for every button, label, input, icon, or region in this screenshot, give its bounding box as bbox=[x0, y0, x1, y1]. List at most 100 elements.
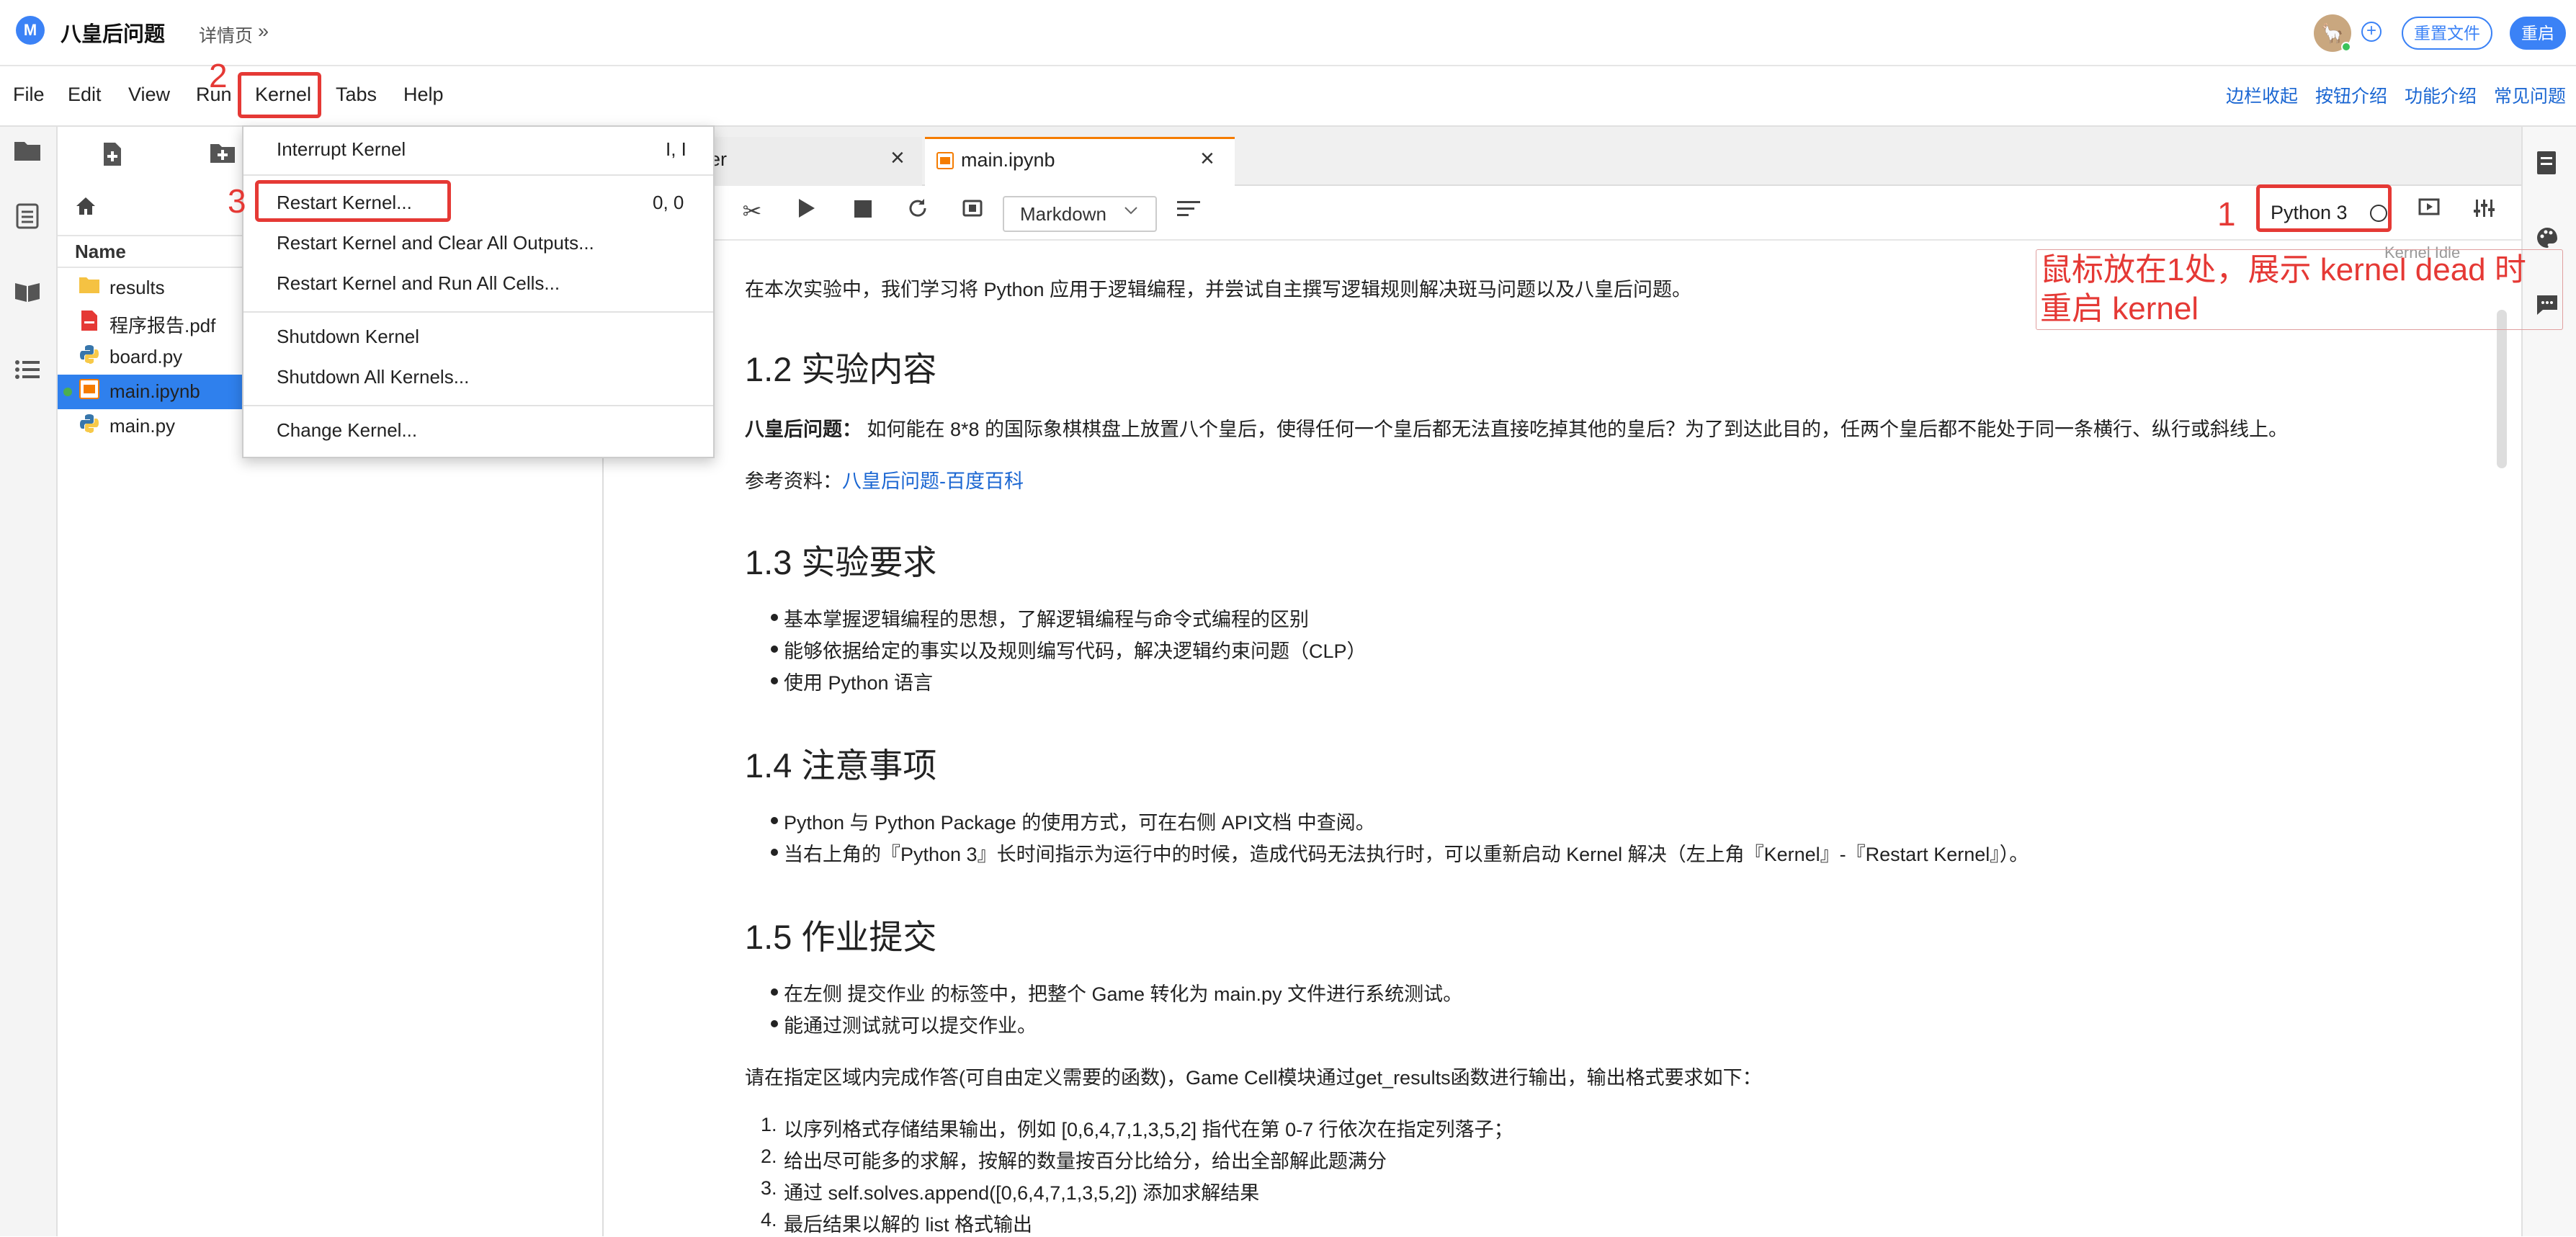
annotation-note-line: 重启 kernel bbox=[2040, 291, 2199, 326]
file-name: main.ipynb bbox=[109, 380, 200, 402]
list-item: 能够依据给定的事实以及规则编写代码，解决逻辑约束问题（CLP） bbox=[784, 640, 1367, 662]
change-kernel-item[interactable]: Change Kernel... bbox=[277, 419, 417, 442]
close-icon[interactable]: × bbox=[890, 144, 905, 172]
menu-help[interactable]: Help bbox=[403, 84, 444, 106]
annotation-note-line: 鼠标放在1处，展示 kernel dead 时 bbox=[2040, 252, 2526, 287]
faq-link[interactable]: 常见问题 bbox=[2494, 82, 2566, 108]
scrollbar[interactable] bbox=[2497, 310, 2507, 468]
restart-icon[interactable] bbox=[902, 197, 934, 225]
restart-run-all-item[interactable]: Restart Kernel and Run All Cells... bbox=[277, 272, 560, 295]
list-item: 基本掌握逻辑编程的思想，了解逻辑编程与命令式编程的区别 bbox=[784, 609, 1309, 630]
ordered-item: 通过 self.solves.append([0,6,4,7,1,3,5,2])… bbox=[784, 1182, 1260, 1204]
reference-paragraph: 参考资料：八皇后问题-百度百科 bbox=[745, 465, 1024, 494]
interrupt-kernel-item[interactable]: Interrupt Kernel bbox=[277, 138, 406, 161]
instruction-text: 请在指定区域内完成作答(可自由定义需要的函数)，Game Cell模块通过get… bbox=[745, 1067, 1762, 1089]
annotation-note: 鼠标放在1处，展示 kernel dead 时 重启 kernel bbox=[2040, 251, 2526, 329]
file-name: 程序报告.pdf bbox=[109, 315, 216, 336]
file-name: main.py bbox=[109, 415, 176, 437]
ordered-item: 以序列格式存储结果输出，例如 [0,6,4,7,1,3,5,2] 指代在第 0-… bbox=[784, 1119, 1513, 1140]
menu-tabs[interactable]: Tabs bbox=[336, 84, 377, 106]
python-icon bbox=[78, 414, 101, 437]
list-icon[interactable] bbox=[10, 354, 45, 389]
problem-text: 如何能在 8*8 的国际象棋棋盘上放置八个皇后，使得任何一个皇后都无法直接吃掉其… bbox=[862, 419, 2289, 440]
settings-sliders-icon[interactable] bbox=[2468, 197, 2500, 224]
cut-icon[interactable]: ✂ bbox=[736, 197, 768, 225]
format-icon[interactable] bbox=[1173, 197, 1204, 224]
shutdown-kernel-item[interactable]: Shutdown Kernel bbox=[277, 326, 419, 348]
menu-divider bbox=[243, 311, 713, 313]
close-icon[interactable]: × bbox=[1200, 145, 1215, 173]
double-chevron-right-icon[interactable]: » bbox=[258, 20, 269, 43]
detail-page-link[interactable]: 详情页 bbox=[199, 22, 253, 48]
pdf-icon bbox=[78, 310, 101, 333]
menu-view[interactable]: View bbox=[128, 84, 170, 106]
stop-icon[interactable] bbox=[847, 197, 879, 224]
list-item: 当右上角的『Python 3』长时间指示为运行中的时候，造成代码无法执行时，可以… bbox=[784, 844, 2029, 865]
annotation-number: 1 bbox=[2217, 195, 2236, 233]
annotation-box-kernel-menu bbox=[238, 72, 321, 118]
baike-link[interactable]: 八皇后问题-百度百科 bbox=[842, 470, 1024, 492]
feature-intro-link[interactable]: 功能介绍 bbox=[2405, 82, 2477, 108]
restart-clear-outputs-item[interactable]: Restart Kernel and Clear All Outputs... bbox=[277, 232, 594, 254]
list-number: 2. bbox=[761, 1146, 777, 1167]
python-icon bbox=[78, 344, 101, 367]
new-file-icon[interactable] bbox=[101, 141, 124, 173]
section-heading: 1.2 实验内容 bbox=[745, 350, 937, 388]
list-number: 3. bbox=[761, 1177, 777, 1199]
online-status-icon bbox=[2341, 42, 2351, 52]
app-title: 八皇后问题 bbox=[61, 23, 166, 46]
file-name: board.py bbox=[109, 346, 183, 367]
menu-file[interactable]: File bbox=[13, 84, 45, 106]
section-heading: 1.5 作业提交 bbox=[745, 918, 937, 956]
problem-label: 八皇后问题： bbox=[745, 419, 862, 440]
new-folder-icon[interactable] bbox=[209, 141, 236, 170]
notebook-icon bbox=[936, 152, 954, 174]
shortcut-label: 0, 0 bbox=[653, 192, 684, 213]
sidebar-collapse-link[interactable]: 边栏收起 bbox=[2226, 82, 2298, 108]
run-icon[interactable] bbox=[791, 197, 823, 225]
bullet bbox=[771, 849, 778, 856]
api-doc-icon[interactable] bbox=[2536, 150, 2557, 182]
ordered-item: 给出尽可能多的求解，按解的数量按百分比给分，给出全部解此题满分 bbox=[784, 1151, 1387, 1172]
annotation-number: 3 bbox=[228, 182, 246, 220]
list-number: 4. bbox=[761, 1209, 777, 1231]
intro-text: 在本次实验中，我们学习将 Python 应用于逻辑编程，并尝试自主撰写逻辑规则解… bbox=[745, 279, 1692, 300]
section-heading: 1.3 实验要求 bbox=[745, 543, 937, 581]
running-terminals-icon[interactable] bbox=[10, 203, 45, 238]
section-heading: 1.4 注意事项 bbox=[745, 746, 937, 785]
annotation-box-restart bbox=[255, 180, 451, 222]
present-icon[interactable] bbox=[2413, 197, 2445, 224]
name-column-header[interactable]: Name bbox=[75, 241, 126, 263]
add-icon[interactable]: + bbox=[2361, 22, 2382, 42]
list-item: 能通过测试就可以提交作业。 bbox=[784, 1015, 1037, 1037]
top-bar bbox=[0, 0, 2576, 66]
reference-label: 参考资料： bbox=[745, 470, 842, 492]
reset-file-button[interactable]: 重置文件 bbox=[2402, 17, 2492, 50]
notebook-icon bbox=[78, 379, 101, 402]
list-item: Python 与 Python Package 的使用方式，可在右侧 API文档… bbox=[784, 812, 1375, 834]
running-indicator-icon bbox=[63, 388, 72, 396]
list-number: 1. bbox=[761, 1114, 777, 1135]
list-item: 使用 Python 语言 bbox=[784, 672, 934, 694]
menu-divider bbox=[243, 405, 713, 406]
problem-paragraph: 八皇后问题： 如何能在 8*8 的国际象棋棋盘上放置八个皇后，使得任何一个皇后都… bbox=[745, 414, 2288, 442]
app-logo-icon: M bbox=[16, 16, 45, 45]
menu-divider bbox=[243, 174, 713, 176]
restart-button[interactable]: 重启 bbox=[2510, 17, 2566, 50]
file-name: results bbox=[109, 277, 165, 298]
book-icon[interactable] bbox=[10, 278, 45, 313]
folder-icon bbox=[78, 275, 101, 298]
fast-forward-icon[interactable] bbox=[957, 197, 988, 225]
tab-main-ipynb[interactable]: main.ipynb × bbox=[925, 137, 1235, 186]
menu-bar bbox=[0, 66, 2576, 127]
menu-edit[interactable]: Edit bbox=[68, 84, 102, 106]
annotation-number: 2 bbox=[209, 57, 228, 94]
folder-icon[interactable] bbox=[10, 137, 45, 171]
bullet bbox=[771, 614, 778, 621]
shortcut-label: I, I bbox=[666, 138, 687, 160]
button-intro-link[interactable]: 按钮介绍 bbox=[2315, 82, 2387, 108]
ordered-item: 最后结果以解的 list 格式输出 bbox=[784, 1214, 1033, 1236]
home-icon[interactable] bbox=[75, 196, 97, 222]
chevron-down-icon bbox=[1124, 202, 1138, 220]
shutdown-all-kernels-item[interactable]: Shutdown All Kernels... bbox=[277, 366, 469, 388]
